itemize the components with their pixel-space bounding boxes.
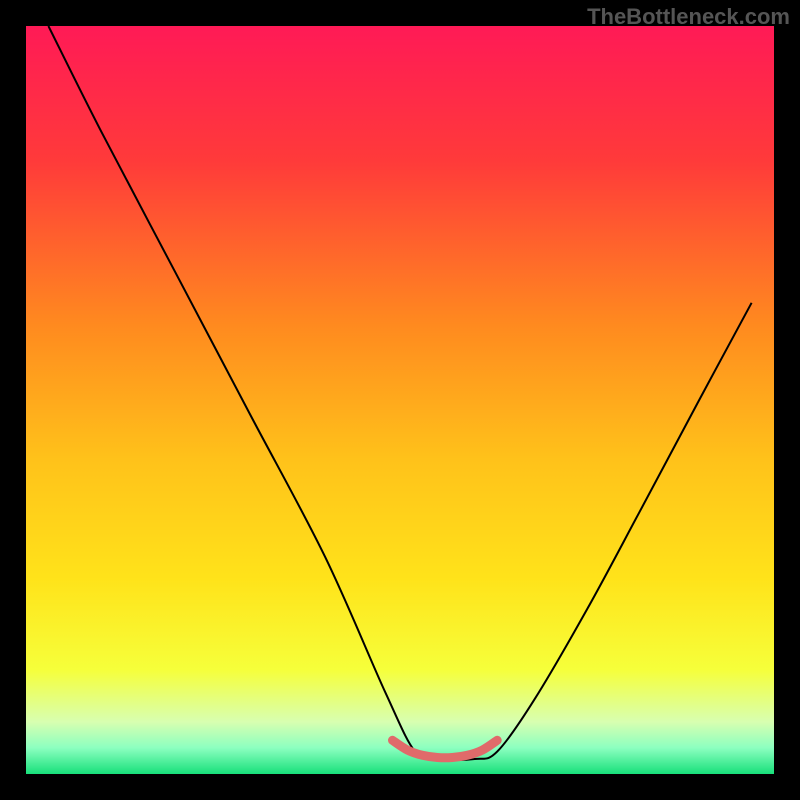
- heatmap-background: [26, 26, 774, 774]
- chart-plot-area: [26, 26, 774, 774]
- bottleneck-chart: [26, 26, 774, 774]
- watermark-text: TheBottleneck.com: [587, 4, 790, 30]
